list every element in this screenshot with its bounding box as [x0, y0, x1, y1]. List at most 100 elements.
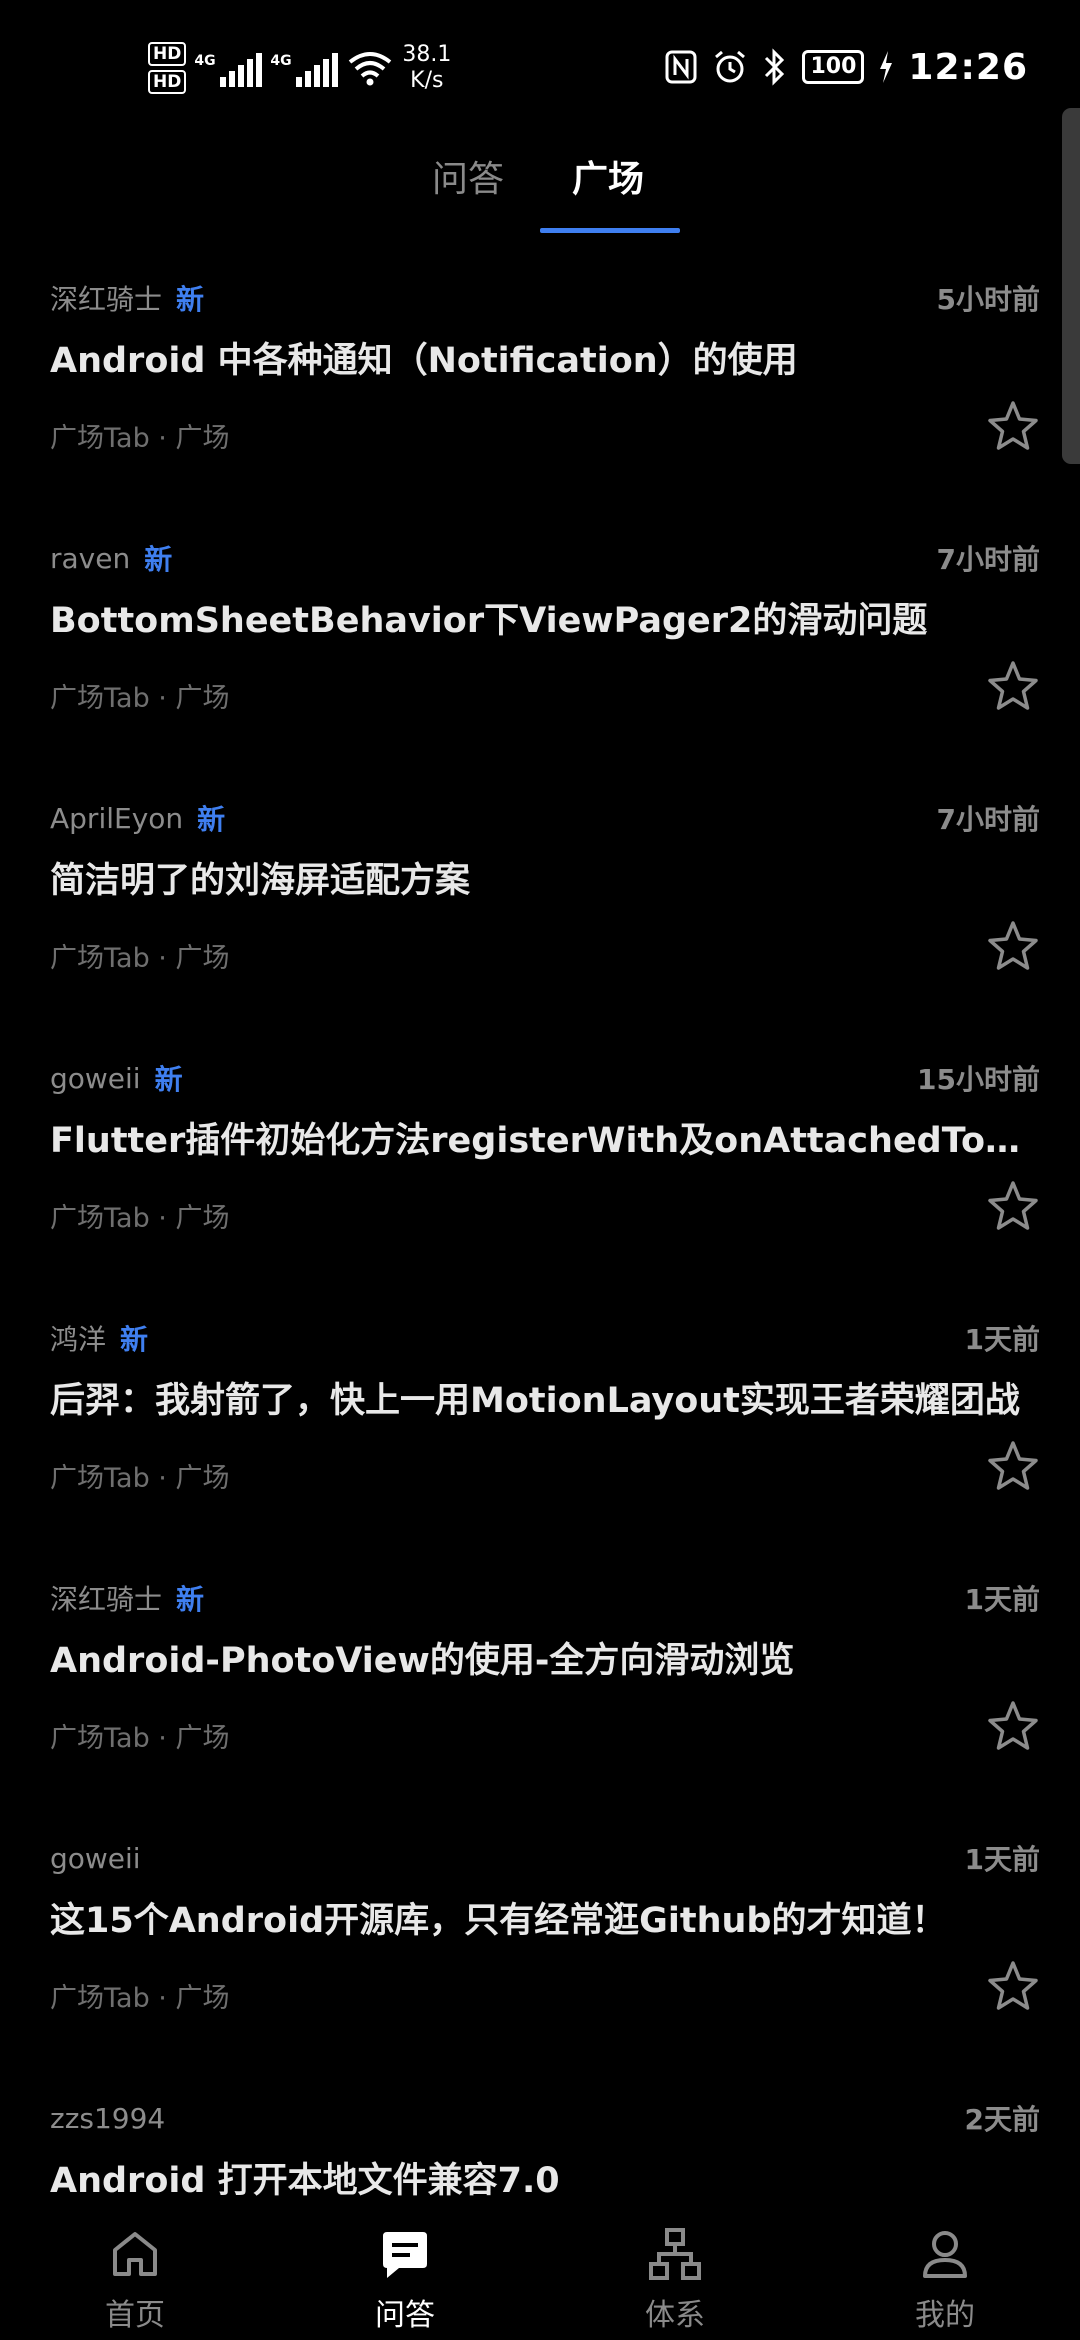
article-title[interactable]: 简洁明了的刘海屏适配方案: [50, 852, 1040, 903]
article-feed[interactable]: 深红骑士新 5小时前 Android 中各种通知（Notification）的使用广…: [0, 260, 1080, 2200]
new-badge: 新: [176, 283, 205, 316]
item-meta: 鸿洋新 1天前: [50, 1318, 1040, 1358]
article-title[interactable]: 后羿：我射箭了，快上一用MotionLayout实现王者荣耀团战: [50, 1372, 1040, 1423]
new-badge: 新: [120, 1323, 149, 1356]
article-title[interactable]: Android 打开本地文件兼容7.0: [50, 2152, 1040, 2200]
author-wrap: zzs1994: [50, 2102, 165, 2135]
post-time: 2天前: [964, 2103, 1040, 2136]
nav-system-label: 体系: [645, 2298, 705, 2333]
hd-indicators: HD HD: [148, 42, 187, 94]
list-item[interactable]: 鸿洋新 1天前后羿：我射箭了，快上一用MotionLayout实现王者荣耀团战广场…: [0, 1300, 1080, 1560]
list-item[interactable]: goweii 新 15小时前 Flutter插件初始化方法registerWith及o…: [0, 1040, 1080, 1300]
star-icon: [988, 401, 1038, 450]
article-title[interactable]: Android 中各种通知（Notification）的使用: [50, 332, 1040, 383]
star-icon: [988, 1181, 1038, 1230]
tab-qa[interactable]: 问答: [432, 150, 504, 202]
post-time: 5小时前: [936, 283, 1040, 316]
author-name[interactable]: 深红骑士: [50, 278, 162, 318]
network-speed-unit: K/s: [410, 68, 444, 93]
list-item[interactable]: raven 新 7小时前 BottomSheetBehavior下ViewPager2…: [0, 520, 1080, 780]
article-tags[interactable]: 广场Tab · 广场: [50, 1456, 229, 1495]
article-tags[interactable]: 广场Tab · 广场: [50, 1196, 229, 1235]
item-meta: AprilEyon 新 7小时前: [50, 798, 1040, 838]
post-time: 7小时前: [936, 803, 1040, 836]
favorite-button[interactable]: [984, 1698, 1042, 1756]
item-meta: goweii 新 15小时前: [50, 1058, 1040, 1098]
article-tags[interactable]: 广场Tab · 广场: [50, 1716, 229, 1755]
bottom-nav: 首页 问答 体系 我的: [0, 2200, 1080, 2340]
bluetooth-icon: [765, 48, 785, 86]
tab-square[interactable]: 广场: [572, 150, 644, 202]
home-icon: [113, 2232, 157, 2276]
author-name[interactable]: 深红骑士: [50, 1578, 162, 1618]
author-name[interactable]: goweii: [50, 1842, 141, 1875]
author-name[interactable]: zzs1994: [50, 2102, 165, 2135]
author-wrap: AprilEyon 新: [50, 798, 225, 838]
favorite-button[interactable]: [984, 398, 1042, 456]
signal-icon-1: 4G: [194, 49, 263, 87]
star-icon: [988, 1441, 1038, 1490]
new-badge: 新: [197, 803, 226, 836]
wifi-icon: [349, 52, 392, 86]
post-time: 7小时前: [936, 543, 1040, 576]
author-name[interactable]: goweii: [50, 1062, 141, 1095]
item-meta: 深红骑士新 5小时前: [50, 278, 1040, 318]
article-tags[interactable]: 广场Tab · 广场: [50, 676, 229, 715]
article-title[interactable]: Flutter插件初始化方法registerWith及onAttachedToE…: [50, 1112, 1040, 1163]
list-item[interactable]: AprilEyon 新 7小时前简洁明了的刘海屏适配方案广场Tab · 广场: [0, 780, 1080, 1040]
star-icon: [988, 921, 1038, 970]
chat-icon: [383, 2232, 427, 2278]
article-title[interactable]: BottomSheetBehavior下ViewPager2的滑动问题: [50, 592, 1040, 643]
favorite-button[interactable]: [984, 1178, 1042, 1236]
item-meta: goweii 1天前: [50, 1838, 1040, 1878]
network-type-2: 4G: [270, 53, 292, 69]
author-wrap: 深红骑士新: [50, 1578, 204, 1618]
favorite-button[interactable]: [984, 658, 1042, 716]
favorite-button[interactable]: [984, 918, 1042, 976]
favorite-button[interactable]: [984, 1958, 1042, 2016]
person-icon: [923, 2231, 967, 2278]
nav-mine[interactable]: 我的: [810, 2200, 1080, 2340]
author-name[interactable]: AprilEyon: [50, 802, 183, 835]
nav-system[interactable]: 体系: [540, 2200, 810, 2340]
post-time: 1天前: [964, 1843, 1040, 1876]
nav-home[interactable]: 首页: [0, 2200, 270, 2340]
hierarchy-icon: [649, 2228, 701, 2280]
article-tags[interactable]: 广场Tab · 广场: [50, 416, 229, 455]
article-tags[interactable]: 广场Tab · 广场: [50, 936, 229, 975]
post-time: 1天前: [964, 1583, 1040, 1616]
signal-icon-2: 4G: [270, 49, 339, 87]
list-item[interactable]: zzs1994 2天前 Android 打开本地文件兼容7.0: [0, 2080, 1080, 2201]
star-icon: [988, 661, 1038, 710]
list-item[interactable]: 深红骑士新 1天前 Android-PhotoView的使用-全方向滑动浏览广场Ta…: [0, 1560, 1080, 1820]
article-tags[interactable]: 广场Tab · 广场: [50, 1976, 229, 2015]
nav-qa[interactable]: 问答: [270, 2200, 540, 2340]
star-icon: [988, 1961, 1038, 2010]
item-meta: zzs1994 2天前: [50, 2098, 1040, 2138]
author-wrap: 鸿洋新: [50, 1318, 148, 1358]
list-item[interactable]: goweii 1天前这15个Android开源库，只有经常逛Github的才知道！…: [0, 1820, 1080, 2080]
author-wrap: goweii: [50, 1842, 141, 1875]
author-wrap: goweii 新: [50, 1058, 183, 1098]
article-title[interactable]: 这15个Android开源库，只有经常逛Github的才知道！: [50, 1892, 1040, 1943]
new-badge: 新: [144, 543, 173, 576]
author-name[interactable]: 鸿洋: [50, 1318, 106, 1358]
network-speed: 38.1 K/s: [402, 42, 451, 94]
list-item[interactable]: 深红骑士新 5小时前 Android 中各种通知（Notification）的使用广…: [0, 260, 1080, 520]
hd-badge-1: HD: [148, 42, 187, 66]
favorite-button[interactable]: [984, 1438, 1042, 1496]
network-type-1: 4G: [194, 53, 216, 69]
new-badge: 新: [154, 1063, 183, 1096]
article-title[interactable]: Android-PhotoView的使用-全方向滑动浏览: [50, 1632, 1040, 1683]
nav-qa-label: 问答: [375, 2298, 435, 2333]
status-left: HD HD 4G 4G 38.1 K/s: [148, 36, 451, 100]
author-name[interactable]: raven: [50, 542, 130, 575]
post-time: 15小时前: [917, 1063, 1040, 1096]
author-wrap: raven 新: [50, 538, 172, 578]
item-meta: 深红骑士新 1天前: [50, 1578, 1040, 1618]
post-time: 1天前: [964, 1323, 1040, 1356]
status-right: 100 12:26: [664, 40, 1028, 94]
top-tab-bar: 问答 广场: [0, 140, 1080, 240]
tab-indicator: [540, 228, 680, 233]
star-icon: [988, 1701, 1038, 1750]
